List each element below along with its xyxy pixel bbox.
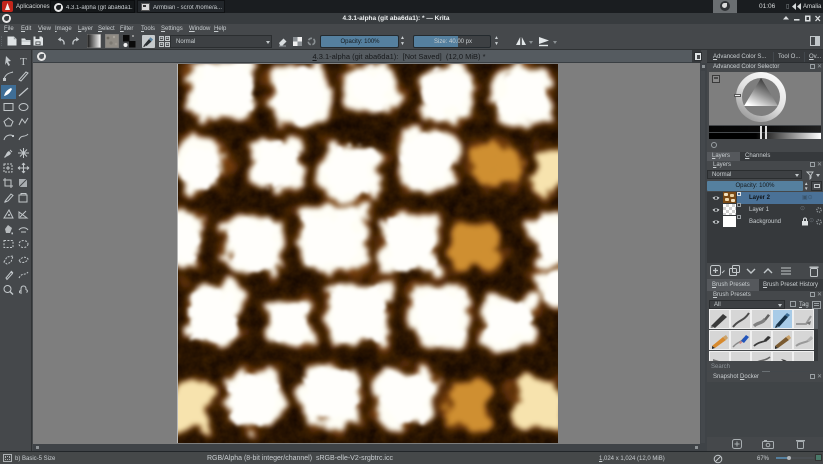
svg-text:T: T bbox=[20, 56, 27, 68]
